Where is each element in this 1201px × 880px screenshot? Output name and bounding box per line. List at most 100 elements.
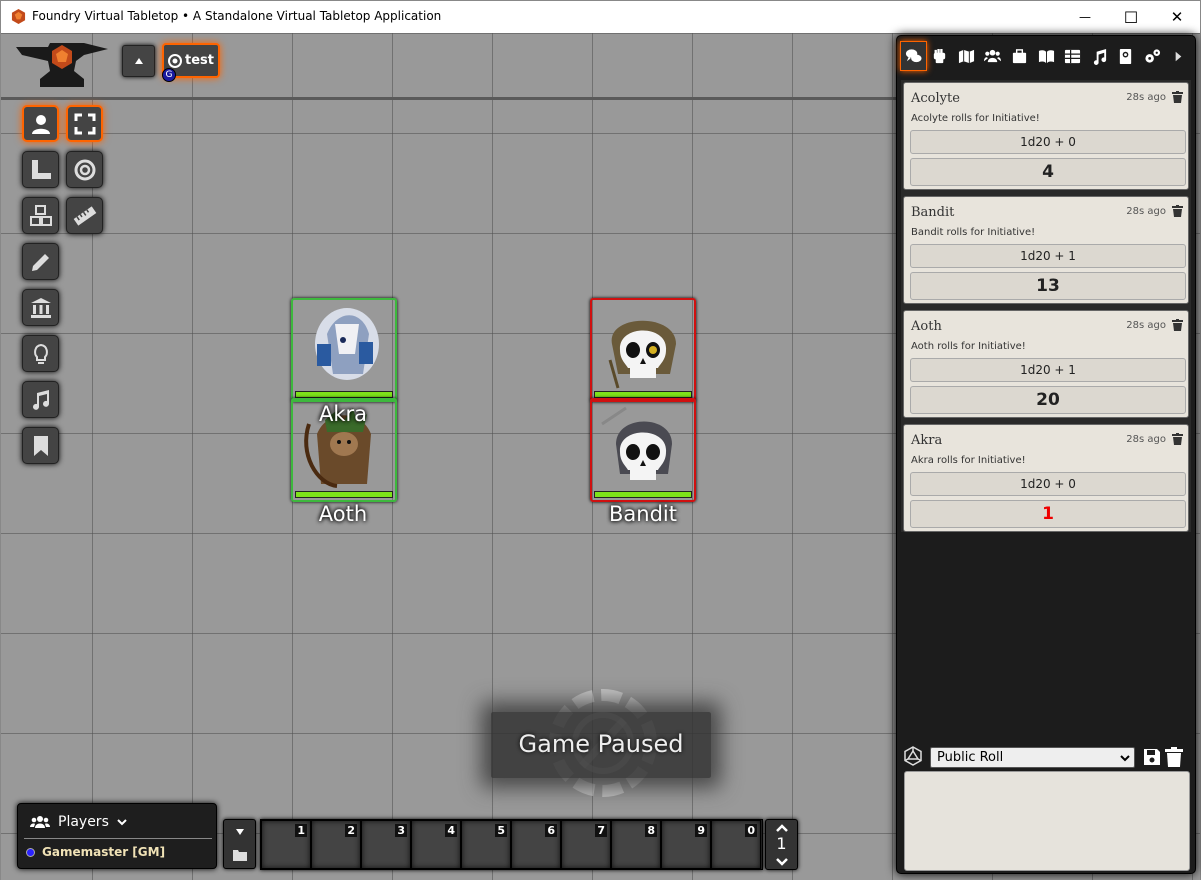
tab-journal[interactable]: [1033, 41, 1060, 71]
chat-icon: [905, 48, 922, 62]
combat-fist-icon: [934, 48, 946, 63]
scene-nav-toggle[interactable]: [122, 45, 155, 77]
macro-slot[interactable]: 3: [361, 820, 411, 869]
slot-number: 4: [445, 824, 457, 837]
chevron-down-icon: [117, 819, 127, 826]
collapse-icon: [1175, 51, 1182, 61]
chat-log[interactable]: Acolyte 28s ago Acolyte rolls for Initia…: [901, 80, 1191, 532]
caret-down-icon[interactable]: [235, 828, 245, 836]
roll-mode-select[interactable]: Public Roll: [930, 747, 1135, 768]
fullscreen-button[interactable]: [66, 105, 103, 142]
lighting-controls-button[interactable]: [22, 335, 59, 372]
chat-message: Acolyte 28s ago Acolyte rolls for Initia…: [903, 82, 1189, 190]
ruler-square-icon: [31, 159, 51, 179]
folder-icon[interactable]: [233, 849, 247, 861]
dice-formula[interactable]: 1d20 + 0: [910, 472, 1186, 496]
akra-portrait: [315, 308, 379, 380]
suitcase-icon: [1012, 48, 1027, 63]
tab-items[interactable]: [1006, 41, 1033, 71]
chat-controls: Public Roll: [901, 740, 1193, 772]
dice-formula[interactable]: 1d20 + 1: [910, 244, 1186, 268]
hotbar-controls: [223, 819, 256, 869]
title-bar: Foundry Virtual Tabletop • A Standalone …: [1, 1, 1200, 33]
tab-scenes[interactable]: [953, 41, 980, 71]
macro-slot[interactable]: 8: [611, 820, 661, 869]
macro-slot[interactable]: 7: [561, 820, 611, 869]
trash-icon[interactable]: [1172, 91, 1183, 103]
chat-message-input[interactable]: [904, 771, 1190, 871]
tiles-controls-button[interactable]: [22, 197, 59, 234]
tab-settings[interactable]: [1139, 41, 1166, 71]
players-title: Players: [58, 814, 109, 830]
tab-combat[interactable]: [927, 41, 954, 71]
minimize-button[interactable]: —: [1062, 1, 1108, 33]
d20-icon[interactable]: [903, 746, 923, 766]
dice-total: 13: [910, 272, 1186, 300]
maximize-button[interactable]: ☐: [1108, 1, 1154, 33]
hotbar-page-control: 1: [765, 819, 798, 870]
game-paused-text: Game Paused: [518, 730, 684, 758]
chat-message: Aoth 28s ago Aoth rolls for Initiative! …: [903, 310, 1189, 418]
tab-compendium[interactable]: [1112, 41, 1139, 71]
players-header[interactable]: Players: [30, 814, 127, 830]
slot-number: 0: [745, 824, 757, 837]
token-acolyte[interactable]: [590, 298, 696, 402]
target-button[interactable]: [66, 151, 103, 188]
users-icon: [30, 816, 50, 828]
trash-icon[interactable]: [1172, 433, 1183, 445]
pencil-icon: [31, 253, 49, 271]
tab-actors[interactable]: [980, 41, 1007, 71]
dice-formula[interactable]: 1d20 + 1: [910, 358, 1186, 382]
dice-formula[interactable]: 1d20 + 0: [910, 130, 1186, 154]
maximize-icon: ☐: [1123, 7, 1139, 27]
sidebar-tabs: [900, 39, 1192, 73]
trash-icon[interactable]: [1172, 319, 1183, 331]
players-panel[interactable]: Players Gamemaster [GM]: [17, 803, 217, 869]
notes-controls-button[interactable]: [22, 427, 59, 464]
chevron-up-icon[interactable]: [775, 824, 789, 833]
macro-slot[interactable]: 5: [461, 820, 511, 869]
macro-slot[interactable]: 6: [511, 820, 561, 869]
macro-slot[interactable]: 1: [261, 820, 311, 869]
token-name-akra: Akra: [318, 402, 368, 426]
message-flavor: Aoth rolls for Initiative!: [911, 341, 1026, 352]
hp-bar: [295, 491, 393, 498]
token-bandit[interactable]: [590, 398, 696, 502]
sound-controls-button[interactable]: [22, 381, 59, 418]
macro-slot[interactable]: 4: [411, 820, 461, 869]
close-button[interactable]: ✕: [1154, 1, 1200, 33]
measure-controls-button[interactable]: [22, 151, 59, 188]
message-timestamp: 28s ago: [1126, 206, 1166, 217]
message-timestamp: 28s ago: [1126, 92, 1166, 103]
tab-collapse[interactable]: [1166, 41, 1193, 71]
skull-icon: [608, 320, 676, 389]
tab-playlists[interactable]: [1086, 41, 1113, 71]
tab-tables[interactable]: [1059, 41, 1086, 71]
book-open-icon: [1038, 49, 1054, 63]
macro-slot[interactable]: 9: [661, 820, 711, 869]
slot-number: 3: [395, 824, 407, 837]
tab-chat[interactable]: [900, 41, 927, 71]
map-icon: [958, 49, 974, 63]
slot-number: 7: [595, 824, 607, 837]
token-akra[interactable]: [291, 298, 397, 402]
macro-slot[interactable]: 0: [711, 820, 761, 869]
drawing-controls-button[interactable]: [22, 243, 59, 280]
macro-slot[interactable]: 2: [311, 820, 361, 869]
token-controls-button[interactable]: [22, 105, 59, 142]
chat-message: Bandit 28s ago Bandit rolls for Initiati…: [903, 196, 1189, 304]
music-icon: [1093, 48, 1106, 65]
message-sender: Bandit: [911, 205, 955, 220]
save-icon[interactable]: [1143, 748, 1161, 766]
walls-controls-button[interactable]: [22, 289, 59, 326]
trash-icon[interactable]: [1172, 205, 1183, 217]
trash-icon[interactable]: [1165, 747, 1183, 767]
ruler-button[interactable]: [66, 197, 103, 234]
expand-icon: [74, 113, 95, 134]
hp-bar: [295, 391, 393, 398]
chevron-down-icon[interactable]: [775, 857, 789, 866]
user-icon: [31, 114, 50, 134]
foundry-app-icon: [11, 9, 26, 24]
foundry-logo[interactable]: [14, 41, 110, 91]
message-sender: Acolyte: [911, 91, 960, 106]
